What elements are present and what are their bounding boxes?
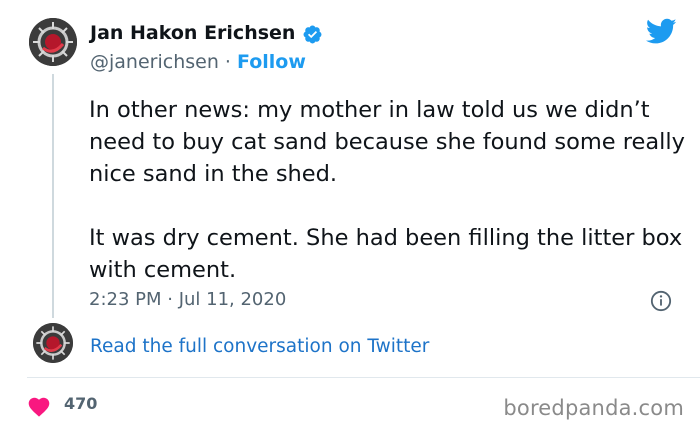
verified-badge-icon [303, 25, 322, 44]
info-icon[interactable] [650, 290, 672, 312]
follow-button[interactable]: Follow [237, 51, 306, 73]
tweet-paragraph: It was dry cement. She had been filling … [89, 225, 683, 283]
author-handle[interactable]: @janerichsen [90, 51, 219, 73]
read-conversation-link[interactable]: Read the full conversation on Twitter [90, 336, 429, 357]
author-avatar[interactable] [29, 18, 77, 66]
author-handle-line: @janerichsen · Follow [90, 51, 306, 73]
tweet-card: Jan Hakon Erichsen @janerichsen · Follow… [0, 0, 700, 431]
divider [27, 377, 700, 378]
boredpanda-watermark: boredpanda.com [503, 396, 684, 420]
handle-separator: · [224, 51, 231, 73]
tweet-text: In other news: my mother in law told us … [89, 94, 689, 286]
heart-icon[interactable] [27, 395, 51, 417]
twitter-bird-icon[interactable] [646, 18, 677, 45]
tweet-paragraph: In other news: my mother in law told us … [89, 97, 685, 187]
author-name[interactable]: Jan Hakon Erichsen [90, 22, 295, 44]
tweet-timestamp[interactable]: 2:23 PM · Jul 11, 2020 [89, 289, 286, 310]
reply-avatar [33, 323, 73, 363]
thread-line [52, 74, 54, 318]
like-count: 470 [64, 394, 98, 413]
